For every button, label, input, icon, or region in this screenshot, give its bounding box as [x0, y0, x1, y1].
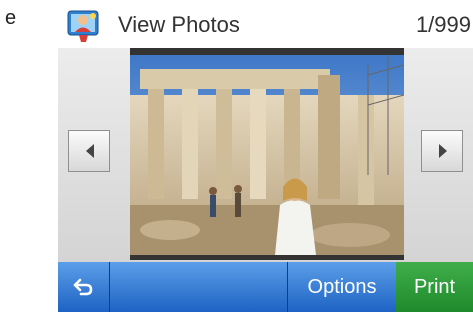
page-title: View Photos [118, 12, 240, 37]
back-arrow-icon [73, 278, 93, 296]
photo-frame [130, 48, 404, 260]
printer-screen: View Photos 1/999 Options Print [58, 0, 473, 312]
bottom-action-bar: Options Print [58, 262, 473, 312]
photo-viewer [58, 48, 473, 262]
left-arrow-icon [86, 144, 94, 158]
back-button[interactable] [58, 262, 110, 312]
print-button[interactable]: Print [396, 262, 473, 312]
previous-photo-button[interactable] [68, 130, 110, 172]
right-arrow-icon [439, 144, 447, 158]
options-button[interactable]: Options [288, 262, 396, 312]
photo-app-icon [67, 10, 99, 42]
header: View Photos 1/999 [58, 0, 473, 48]
photo-preview [130, 55, 404, 255]
step-letter: e [5, 7, 17, 29]
photo-counter: 1/999 [415, 12, 471, 37]
next-photo-button[interactable] [421, 130, 463, 172]
